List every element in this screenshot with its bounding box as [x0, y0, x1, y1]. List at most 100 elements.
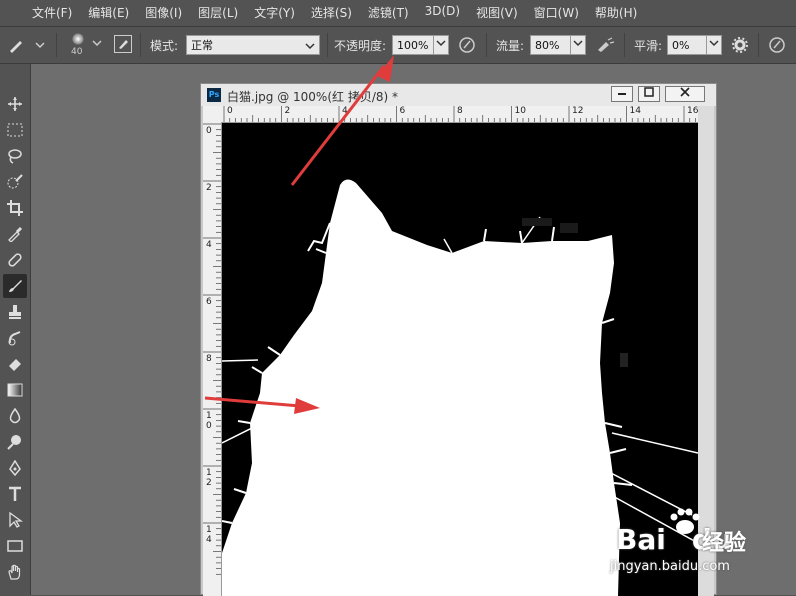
chevron-down-icon [436, 40, 446, 47]
flow-label: 流量: [496, 39, 525, 53]
brush-tool-icon[interactable] [3, 274, 27, 298]
ruler-label: 0 [227, 106, 233, 116]
ruler-label: 12 [206, 468, 212, 488]
flow-value: 80% [535, 39, 560, 52]
mode-select[interactable]: 正常 [186, 35, 320, 55]
mode-value: 正常 [191, 39, 213, 52]
chevron-down-icon [573, 40, 583, 47]
horizontal-ruler[interactable]: 0 2 4 6 8 10 12 14 16 [222, 106, 698, 123]
path-selection-tool-icon[interactable] [3, 508, 27, 532]
clone-stamp-tool-icon[interactable] [3, 300, 27, 324]
vertical-ruler[interactable]: 0 2 4 6 8 10 12 14 [203, 122, 222, 596]
menu-item[interactable]: 视图(V) [468, 4, 526, 21]
pressure-size-icon[interactable] [768, 36, 786, 54]
gradient-tool-icon[interactable] [3, 378, 27, 402]
separator [486, 33, 487, 57]
separator [624, 33, 625, 57]
smoothing-label: 平滑: [634, 39, 663, 53]
minimize-button[interactable] [611, 86, 633, 102]
menu-item[interactable]: 滤镜(T) [360, 4, 417, 21]
separator [56, 33, 57, 57]
quick-selection-tool-icon[interactable] [3, 170, 27, 194]
healing-brush-tool-icon[interactable] [3, 248, 27, 272]
opacity-value: 100% [397, 39, 429, 52]
smoothing-input[interactable]: 0% [667, 35, 707, 55]
separator [140, 33, 141, 57]
chevron-down-icon [709, 40, 719, 47]
opacity-dropdown[interactable] [433, 35, 449, 55]
ruler-label: 2 [284, 106, 291, 116]
menu-item[interactable]: 文字(Y) [246, 4, 303, 21]
app-logo [0, 0, 24, 24]
brush-size-value: 40 [71, 47, 83, 57]
ruler-label: 12 [572, 106, 584, 116]
smoothing-value: 0% [672, 39, 690, 52]
ruler-label: 4 [206, 240, 212, 250]
airbrush-icon[interactable] [595, 36, 615, 54]
maximize-button[interactable] [638, 86, 660, 102]
menu-item[interactable]: 图像(I) [137, 4, 190, 21]
close-icon [680, 87, 690, 97]
smoothing-dropdown[interactable] [706, 35, 722, 55]
flow-dropdown[interactable] [570, 35, 586, 55]
move-tool-icon[interactable] [3, 92, 27, 116]
ruler-label: 2 [206, 183, 212, 193]
crop-tool-icon[interactable] [3, 196, 27, 220]
ruler-label: 16 [687, 106, 698, 116]
ruler-label: 8 [457, 106, 463, 116]
chevron-down-icon [305, 43, 315, 50]
ruler-label: 14 [629, 106, 641, 116]
menu-bar: 文件(F) 编辑(E) 图像(I) 图层(L) 文字(Y) 选择(S) 滤镜(T) 3D(D)… [0, 0, 796, 24]
maximize-icon [644, 87, 654, 97]
type-tool-icon[interactable] [3, 482, 27, 506]
brush-tip-icon [72, 33, 84, 45]
opacity-label: 不透明度: [334, 39, 387, 53]
options-bar: 40 模式: 正常 不透明度: 100% 流量: 80% 平滑: 0% [0, 26, 796, 64]
flow-input[interactable]: 80% [530, 35, 572, 55]
brush-tool-preset[interactable] [6, 35, 46, 55]
brush-panel-icon[interactable] [114, 35, 132, 53]
mode-label: 模式: [150, 39, 179, 53]
dodge-tool-icon[interactable] [3, 430, 27, 454]
lasso-tool-icon[interactable] [3, 144, 27, 168]
ruler-label: 6 [206, 297, 212, 307]
eraser-tool-icon[interactable] [3, 352, 27, 376]
pressure-opacity-icon[interactable] [458, 36, 476, 54]
opacity-input[interactable]: 100% [392, 35, 434, 55]
ruler-label: 0 [206, 126, 212, 136]
pen-tool-icon[interactable] [3, 456, 27, 480]
minimize-icon [618, 93, 626, 95]
history-brush-tool-icon[interactable] [3, 326, 27, 350]
eyedropper-tool-icon[interactable] [3, 222, 27, 246]
menu-item[interactable]: 窗口(W) [526, 4, 587, 21]
menu-item[interactable]: 文件(F) [24, 4, 80, 21]
ruler-label: 4 [342, 106, 348, 116]
watermark-jingyan: 经验 [702, 531, 747, 556]
hand-tool-icon[interactable] [3, 560, 27, 584]
baidu-jingyan-watermark: Bai du 经验 jingyan.baidu.com [604, 505, 794, 595]
ruler-label: 6 [399, 106, 406, 116]
ruler-label: 14 [206, 525, 212, 545]
blur-tool-icon[interactable] [3, 404, 27, 428]
tools-panel [0, 64, 31, 595]
watermark-url: jingyan.baidu.com [610, 559, 730, 574]
ruler-label: 8 [206, 354, 212, 364]
ruler-label: 10 [514, 106, 526, 116]
separator [758, 33, 759, 57]
ruler-origin[interactable] [203, 106, 222, 123]
document-title: 白猫.jpg @ 100%(红 拷贝/8) * [227, 90, 398, 104]
menu-item[interactable]: 图层(L) [190, 4, 246, 21]
ruler-label: 10 [206, 411, 212, 431]
rectangle-tool-icon[interactable] [3, 534, 27, 558]
menu-item[interactable]: 选择(S) [303, 4, 360, 21]
menu-item[interactable]: 3D(D) [417, 4, 468, 21]
marquee-tool-icon[interactable] [3, 118, 27, 142]
separator [327, 33, 328, 57]
close-button[interactable] [665, 86, 705, 102]
menu-item[interactable]: 帮助(H) [587, 4, 645, 21]
menu-item[interactable]: 编辑(E) [80, 4, 137, 21]
photoshop-doc-icon: Ps [207, 88, 221, 102]
gear-icon[interactable] [731, 36, 749, 54]
document-titlebar[interactable]: Ps 白猫.jpg @ 100%(红 拷贝/8) * [201, 84, 716, 106]
brush-size-picker[interactable]: 40 [66, 31, 106, 59]
